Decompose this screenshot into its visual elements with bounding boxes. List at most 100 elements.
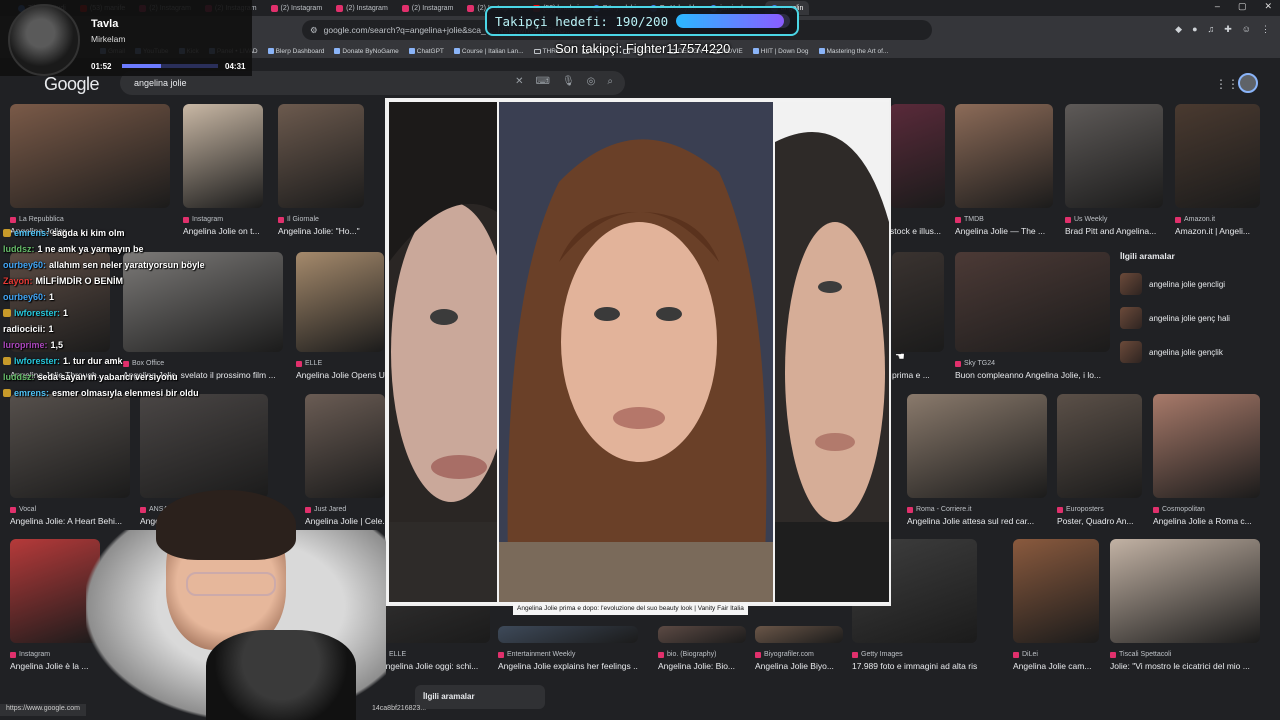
image-result-thumbnail[interactable] (907, 394, 1047, 498)
image-result-source[interactable]: Getty Images (852, 651, 903, 658)
related-search-thumbnail (1120, 341, 1142, 363)
image-result-source[interactable]: Entertainment Weekly (498, 651, 575, 658)
source-favicon-icon (1065, 216, 1071, 223)
related-search-item[interactable]: angelina jolie genç hali (1120, 305, 1260, 331)
image-result-thumbnail[interactable] (278, 104, 364, 208)
minimize-icon[interactable]: – (1215, 1, 1220, 12)
image-result-source[interactable]: Roma - Corriere.it (907, 506, 972, 513)
lens-icon[interactable]: ◎ (587, 76, 596, 87)
image-result-caption[interactable]: stock e illus... (890, 226, 941, 236)
bookmark-item[interactable]: Course | Italian Lan... (453, 48, 524, 55)
profile-icon[interactable]: ☺ (1242, 24, 1251, 35)
image-result-source[interactable]: Europosters (1057, 506, 1104, 513)
image-result-thumbnail[interactable] (755, 626, 843, 643)
bookmark-item[interactable]: ChatGPT (408, 48, 444, 55)
extensions-icon[interactable]: ✚ (1224, 24, 1232, 35)
image-result-source[interactable]: Tiscali Spettacoli (1110, 651, 1171, 658)
image-result-caption[interactable]: prima e ... (892, 370, 930, 380)
follower-goal-text: Takipçi hedefi: 190/200 (495, 13, 669, 29)
google-logo[interactable]: Google (44, 74, 100, 95)
image-result-thumbnail[interactable] (892, 252, 944, 352)
bookmark-item[interactable]: HIIT | Down Dog (752, 48, 809, 55)
image-result-thumbnail[interactable] (140, 394, 268, 498)
image-result-source[interactable]: Us Weekly (1065, 216, 1107, 223)
image-result-caption[interactable]: Angelina Jolie — The ... (955, 226, 1045, 236)
maximize-icon[interactable]: ▢ (1238, 1, 1247, 12)
menu-icon[interactable]: ⋮ (1261, 24, 1270, 35)
related-searches-bottom[interactable]: İlgili aramalar (415, 685, 545, 709)
image-result-source[interactable]: Amazon.it (1175, 216, 1215, 223)
image-result-caption[interactable]: Brad Pitt and Angelina... (1065, 226, 1156, 236)
mic-icon[interactable]: 🎙 (562, 76, 575, 87)
image-result-thumbnail[interactable] (1065, 104, 1163, 208)
image-result-thumbnail[interactable] (296, 252, 384, 352)
bookmark-item[interactable]: Donate ByNoGame (334, 48, 399, 55)
related-search-item[interactable]: angelina jolie gencligi (1120, 271, 1260, 297)
chat-message: radiocicii: 1 (3, 321, 243, 337)
extension-icon[interactable]: ◆ (1175, 24, 1182, 35)
image-result-caption[interactable]: Jolie: "Vi mostro le cicatrici del mio .… (1110, 661, 1250, 671)
image-result-thumbnail[interactable] (305, 394, 385, 498)
image-result-source[interactable]: TMDB (955, 216, 984, 223)
source-name: Roma - Corriere.it (916, 506, 972, 513)
image-result-caption[interactable]: Angelina Jolie: "Ho..." (278, 226, 360, 236)
image-result-thumbnail[interactable] (183, 104, 263, 208)
chat-username: luroprime: (3, 340, 48, 350)
bookmark-item[interactable]: Blerp Dashboard (267, 48, 324, 55)
image-result-source[interactable]: Cosmopolitan (1153, 506, 1205, 513)
image-result-source[interactable]: Sky TG24 (955, 360, 995, 367)
image-result-thumbnail[interactable] (658, 626, 746, 643)
image-result-caption[interactable]: Angelina Jolie oggi: schi... (380, 661, 478, 671)
image-result-source[interactable]: Vocal (10, 506, 36, 513)
image-result-thumbnail[interactable] (1153, 394, 1260, 498)
image-result-thumbnail[interactable] (955, 252, 1110, 352)
close-icon[interactable]: ✕ (1264, 1, 1272, 12)
source-favicon-icon (10, 651, 16, 658)
image-result-source[interactable]: La Repubblica (10, 216, 64, 223)
image-result-caption[interactable]: Poster, Quadro An... (1057, 516, 1134, 526)
search-icon[interactable]: ⌕ (607, 76, 613, 87)
image-result-thumbnail[interactable] (498, 626, 638, 643)
image-result-source[interactable]: bio. (Biography) (658, 651, 716, 658)
image-result-thumbnail[interactable] (955, 104, 1053, 208)
image-result-thumbnail[interactable] (1110, 539, 1260, 643)
image-result-thumbnail[interactable] (10, 394, 130, 498)
image-result-source[interactable]: Biyografiler.com (755, 651, 814, 658)
clear-icon[interactable]: ✕ (515, 76, 523, 87)
browser-tab[interactable]: (2) Instagram (396, 1, 460, 15)
google-apps-icon[interactable]: ⋮⋮ (1215, 77, 1239, 91)
related-search-item[interactable]: angelina jolie gençlik (1120, 339, 1260, 365)
image-result-thumbnail[interactable] (1175, 104, 1260, 208)
image-result-source[interactable]: Instagram (10, 651, 50, 658)
image-result-caption[interactable]: Angelina Jolie Opens U... (296, 370, 392, 380)
source-name: Biyografiler.com (764, 651, 814, 658)
image-result-caption[interactable]: 17.989 foto e immagini ad alta risolu... (852, 661, 977, 671)
site-info-icon[interactable]: ⚙ (310, 25, 318, 36)
browser-tab[interactable]: (2) Instagram (265, 1, 329, 15)
image-result-caption[interactable]: Angelina Jolie cam... (1013, 661, 1091, 671)
image-result-source[interactable]: ELLE (296, 360, 322, 367)
extension-icon[interactable]: ● (1192, 24, 1197, 35)
image-result-caption[interactable]: Angelina Jolie attesa sul red car... (907, 516, 1034, 526)
image-result-caption[interactable]: Amazon.it | Angeli... (1175, 226, 1250, 236)
image-result-thumbnail[interactable] (890, 104, 945, 208)
image-result-caption[interactable]: Angelina Jolie è la ... (10, 661, 88, 671)
image-result-caption[interactable]: Angelina Jolie a Roma c... (1153, 516, 1252, 526)
image-hover-preview[interactable] (385, 98, 891, 606)
image-result-caption[interactable]: Angelina Jolie explains her feelings ... (498, 661, 638, 671)
image-result-thumbnail[interactable] (1057, 394, 1142, 498)
image-result-thumbnail[interactable] (10, 104, 170, 208)
account-avatar[interactable] (1238, 73, 1258, 93)
keyboard-icon[interactable]: ⌨ (536, 76, 550, 87)
image-result-source[interactable]: Il Giornale (278, 216, 319, 223)
image-result-source[interactable]: DiLei (1013, 651, 1038, 658)
bookmark-item[interactable]: Mastering the Art of... (818, 48, 888, 55)
image-result-caption[interactable]: Angelina Jolie Biyo... (755, 661, 834, 671)
image-result-caption[interactable]: Buon compleanno Angelina Jolie, i lo... (955, 370, 1101, 380)
browser-tab[interactable]: (2) Instagram (330, 1, 394, 15)
image-result-source[interactable]: Instagram (183, 216, 223, 223)
music-icon[interactable]: ♫ (1208, 24, 1215, 35)
chat-message: emrens: esmer olmasıyla elenmesi bir oldu (3, 385, 243, 401)
image-result-thumbnail[interactable] (1013, 539, 1099, 643)
image-result-caption[interactable]: Angelina Jolie: Bio... (658, 661, 735, 671)
